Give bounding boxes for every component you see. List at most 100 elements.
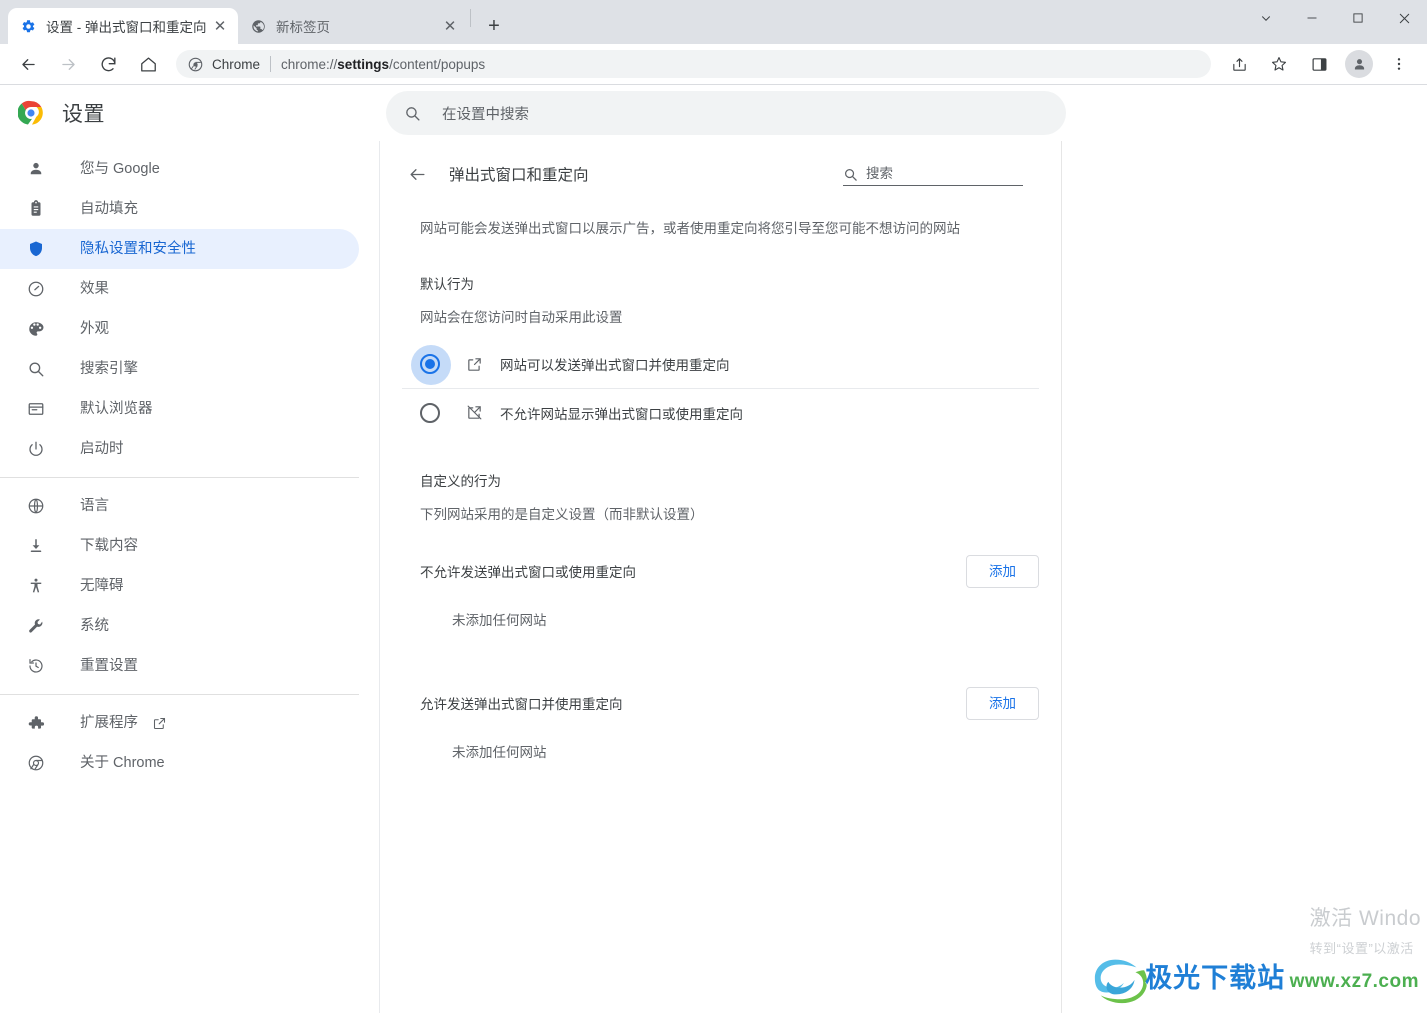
sidebar-item-privacy-and-security[interactable]: 隐私设置和安全性 bbox=[0, 229, 359, 269]
tab-close-button[interactable]: ✕ bbox=[440, 16, 460, 36]
sidebar-item-label: 语言 bbox=[80, 497, 109, 514]
tab-strip: 设置 - 弹出式窗口和重定向 ✕ 新标签页 ✕ + bbox=[0, 0, 1427, 44]
sidebar-item-on-startup[interactable]: 启动时 bbox=[0, 429, 359, 469]
globe-icon bbox=[26, 496, 46, 516]
sidebar-item-reset-settings[interactable]: 重置设置 bbox=[0, 646, 359, 686]
chrome-logo-icon bbox=[17, 100, 44, 126]
close-button[interactable] bbox=[1381, 0, 1427, 36]
reload-button[interactable] bbox=[92, 48, 124, 80]
page-title: 设置 bbox=[62, 103, 105, 126]
shield-icon bbox=[26, 239, 46, 259]
download-icon bbox=[26, 536, 46, 556]
side-panel-icon[interactable] bbox=[1303, 48, 1335, 80]
chrome-icon bbox=[26, 753, 46, 773]
allow-list-row: 允许发送弹出式窗口并使用重定向 添加 bbox=[402, 685, 1039, 721]
wrench-icon bbox=[26, 616, 46, 636]
sidebar-item-about-chrome[interactable]: 关于 Chrome bbox=[0, 743, 359, 783]
chrome-page-icon bbox=[188, 57, 204, 72]
forward-button[interactable] bbox=[52, 48, 84, 80]
omnibox-url-prefix: chrome:// bbox=[281, 56, 338, 72]
content-search-placeholder: 搜索 bbox=[866, 166, 893, 181]
sidebar-item-default-browser[interactable]: 默认浏览器 bbox=[0, 389, 359, 429]
radio-label: 网站可以发送弹出式窗口并使用重定向 bbox=[500, 358, 730, 374]
new-tab-button[interactable]: + bbox=[479, 11, 509, 41]
sidebar-item-system[interactable]: 系统 bbox=[0, 606, 359, 646]
home-button[interactable] bbox=[132, 48, 164, 80]
open-in-new-icon bbox=[464, 354, 484, 374]
content-search-input[interactable]: 搜索 bbox=[843, 162, 1023, 186]
sidebar-item-label: 隐私设置和安全性 bbox=[80, 240, 196, 257]
settings-brand: 设置 bbox=[0, 98, 380, 128]
sidebar-item-appearance[interactable]: 外观 bbox=[0, 309, 359, 349]
share-icon[interactable] bbox=[1223, 48, 1255, 80]
sidebar-item-label: 自动填充 bbox=[80, 200, 138, 217]
sidebar-item-label: 搜索引擎 bbox=[80, 360, 138, 377]
globe-icon bbox=[250, 18, 266, 34]
back-button[interactable] bbox=[12, 48, 44, 80]
sidebar-divider bbox=[0, 477, 359, 478]
settings-search-input[interactable]: 在设置中搜索 bbox=[386, 91, 1066, 135]
tab-search-chevron-icon[interactable] bbox=[1243, 0, 1289, 36]
browser-window: 设置 - 弹出式窗口和重定向 ✕ 新标签页 ✕ + Chrome chrome:… bbox=[0, 0, 1427, 1013]
puzzle-icon bbox=[26, 713, 46, 733]
sidebar-item-accessibility[interactable]: 无障碍 bbox=[0, 566, 359, 606]
sidebar-item-extensions[interactable]: 扩展程序 bbox=[0, 703, 359, 743]
tab-settings[interactable]: 设置 - 弹出式窗口和重定向 ✕ bbox=[8, 8, 238, 44]
maximize-button[interactable] bbox=[1335, 0, 1381, 36]
person-icon bbox=[26, 159, 46, 179]
radio-indicator bbox=[420, 402, 440, 423]
sidebar-item-label: 关于 Chrome bbox=[80, 754, 165, 771]
sidebar-item-you-and-google[interactable]: 您与 Google bbox=[0, 149, 359, 189]
sidebar-item-search-engine[interactable]: 搜索引擎 bbox=[0, 349, 359, 389]
tab-new-tab-page[interactable]: 新标签页 ✕ bbox=[238, 8, 468, 44]
browser-toolbar: Chrome chrome://settings/content/popups bbox=[0, 44, 1427, 84]
radio-allow-popups[interactable]: 网站可以发送弹出式窗口并使用重定向 bbox=[402, 340, 1039, 388]
sidebar-item-label: 扩展程序 bbox=[80, 714, 138, 731]
sidebar-item-label: 重置设置 bbox=[80, 657, 138, 674]
window-controls bbox=[1243, 0, 1427, 36]
omnibox-divider bbox=[270, 56, 272, 72]
popups-settings-card: 弹出式窗口和重定向 搜索 网站可能会发送弹出式窗口以展示广告，或者使用重定向将您… bbox=[380, 141, 1062, 1013]
sidebar-item-performance[interactable]: 效果 bbox=[0, 269, 359, 309]
radio-indicator bbox=[411, 345, 451, 386]
default-behavior-subtext: 网站会在您访问时自动采用此设置 bbox=[420, 310, 623, 326]
gear-icon bbox=[20, 18, 36, 34]
profile-avatar[interactable] bbox=[1345, 50, 1373, 78]
default-behavior-heading: 默认行为 bbox=[420, 277, 474, 293]
sidebar-item-label: 默认浏览器 bbox=[80, 400, 153, 417]
content-right-filler bbox=[1062, 85, 1427, 1013]
tab-title: 设置 - 弹出式窗口和重定向 bbox=[46, 20, 207, 35]
accessibility-icon bbox=[26, 576, 46, 596]
tab-title: 新标签页 bbox=[276, 20, 330, 35]
popups-description: 网站可能会发送弹出式窗口以展示广告，或者使用重定向将您引导至您可能不想访问的网站 bbox=[420, 221, 960, 236]
sidebar-item-label: 您与 Google bbox=[80, 160, 160, 177]
add-blocked-site-button[interactable]: 添加 bbox=[966, 554, 1039, 588]
block-list-label: 不允许发送弹出式窗口或使用重定向 bbox=[420, 565, 636, 581]
sidebar-item-downloads[interactable]: 下载内容 bbox=[0, 526, 359, 566]
content-title: 弹出式窗口和重定向 bbox=[449, 167, 589, 184]
settings-page: 设置 在设置中搜索 您与 Google 自动填充 隐私设置和安全性 效果 外观 … bbox=[0, 84, 1427, 1013]
omnibox-url-path: /content/popups bbox=[389, 56, 486, 72]
sidebar-item-languages[interactable]: 语言 bbox=[0, 486, 359, 526]
bookmark-star-icon[interactable] bbox=[1263, 48, 1295, 80]
tab-close-button[interactable]: ✕ bbox=[210, 16, 230, 36]
back-arrow-icon[interactable] bbox=[402, 159, 432, 189]
radio-block-popups[interactable]: 不允许网站显示弹出式窗口或使用重定向 bbox=[402, 388, 1039, 436]
settings-search-placeholder: 在设置中搜索 bbox=[442, 106, 529, 123]
settings-search-wrapper: 在设置中搜索 bbox=[380, 91, 1427, 135]
sidebar-item-label: 外观 bbox=[80, 320, 109, 337]
add-allowed-site-button[interactable]: 添加 bbox=[966, 686, 1039, 720]
open-in-new-icon bbox=[152, 716, 167, 731]
search-icon bbox=[843, 167, 858, 182]
sidebar-item-label: 启动时 bbox=[80, 440, 124, 457]
custom-behavior-heading: 自定义的行为 bbox=[420, 474, 501, 490]
chrome-menu-button[interactable] bbox=[1383, 48, 1415, 80]
search-icon bbox=[26, 359, 46, 379]
sidebar-item-autofill[interactable]: 自动填充 bbox=[0, 189, 359, 229]
minimize-button[interactable] bbox=[1289, 0, 1335, 36]
address-bar[interactable]: Chrome chrome://settings/content/popups bbox=[176, 50, 1211, 78]
radio-label: 不允许网站显示弹出式窗口或使用重定向 bbox=[500, 406, 743, 422]
block-list-row: 不允许发送弹出式窗口或使用重定向 添加 bbox=[402, 553, 1039, 589]
sidebar-item-label: 无障碍 bbox=[80, 577, 124, 594]
